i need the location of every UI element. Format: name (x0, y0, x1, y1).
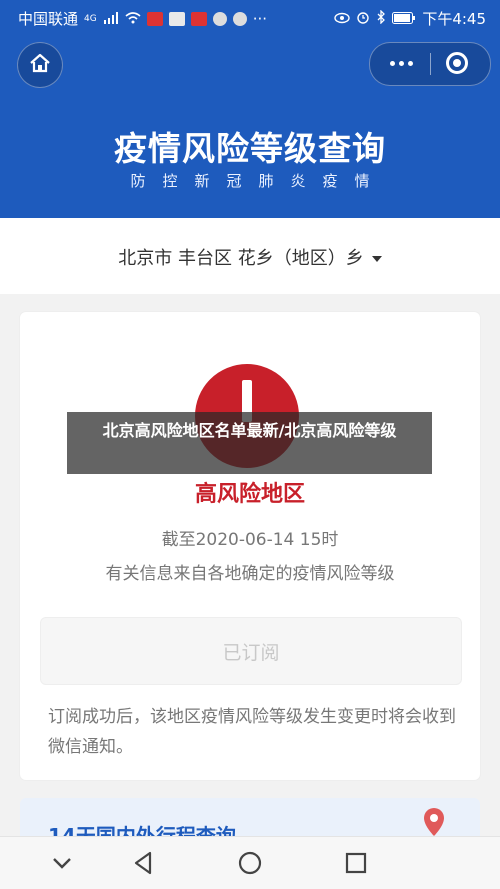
dropdown-caret-icon (371, 256, 382, 262)
chat-notification-icon (232, 11, 247, 26)
capsule-divider (430, 53, 431, 75)
location-selector[interactable]: 北京市 丰台区 花乡（地区）乡 (0, 218, 500, 294)
hide-keyboard-icon[interactable] (48, 849, 76, 877)
risk-level: 高风险地区 (194, 482, 305, 507)
recent-apps-icon[interactable] (342, 849, 370, 877)
overlay-caption: 北京高风险地区名单最新/北京高风险等级 (67, 412, 432, 474)
bluetooth-icon (376, 8, 386, 28)
subscribe-notice: 订阅成功后，该地区疫情风险等级发生变更时将会收到微信通知。 (48, 707, 456, 757)
more-options-button[interactable] (384, 50, 418, 76)
as-of-time: 截至2020-06-14 15时 (161, 530, 339, 550)
miniprogram-capsule (369, 42, 491, 86)
location-text: 北京市 丰台区 花乡（地区）乡 (118, 248, 364, 269)
data-source-info: 有关信息来自各地确定的疫情风险等级 (105, 564, 395, 584)
home-icon (29, 53, 51, 77)
app-notification-icon (168, 11, 185, 26)
close-miniprogram-button[interactable] (446, 52, 468, 74)
battery-icon (392, 10, 416, 28)
eye-icon (334, 10, 351, 28)
home-button[interactable] (17, 42, 63, 88)
header: 中国联通 4G ··· 下午4:45 疫情风险等级查询 防控新冠肺炎疫情 (0, 0, 500, 218)
clock-time: 下午4:45 (422, 10, 486, 28)
app-notification-icon (212, 11, 227, 26)
subscribe-button[interactable]: 已订阅 (40, 617, 462, 685)
network-type: 4G (84, 13, 97, 24)
alarm-icon (356, 10, 370, 28)
status-bar: 中国联通 4G ··· 下午4:45 (0, 0, 500, 34)
home-nav-icon[interactable] (236, 849, 264, 877)
more-notifications: ··· (252, 9, 268, 28)
carrier-name: 中国联通 (18, 10, 79, 28)
page-subtitle: 防控新冠肺炎疫情 (130, 172, 387, 190)
page-title: 疫情风险等级查询 (114, 129, 386, 168)
app-notification-icon (190, 11, 207, 26)
system-navigation-bar (0, 836, 500, 889)
risk-result-card: 高风险地区 截至2020-06-14 15时 有关信息来自各地确定的疫情风险等级… (20, 312, 480, 780)
wifi-icon (125, 10, 141, 28)
app-notification-icon (146, 11, 163, 26)
back-icon[interactable] (130, 849, 158, 877)
signal-icon (103, 10, 119, 28)
